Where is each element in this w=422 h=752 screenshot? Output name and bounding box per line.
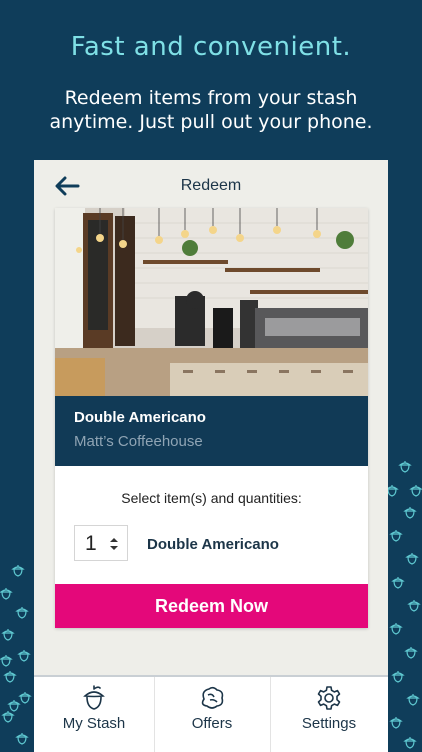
item-name: Double Americano <box>74 409 206 426</box>
top-bar: Redeem <box>34 160 388 208</box>
tab-my-stash[interactable]: My Stash <box>34 677 155 752</box>
quantity-item-label: Double Americano <box>147 536 279 553</box>
tab-label: Settings <box>301 715 357 732</box>
stepper-arrows-icon[interactable] <box>108 535 120 553</box>
promo-subline: Redeem items from your stash anytime. Ju… <box>49 87 373 133</box>
coffee-shop-photo <box>55 208 368 396</box>
quantity-stepper[interactable]: 1 <box>74 525 128 561</box>
redeem-card: Double Americano Matt’s Coffeehouse Sele… <box>55 208 368 628</box>
tab-label: Offers <box>191 715 233 732</box>
acorn-icon <box>83 685 105 710</box>
gear-icon <box>317 686 341 710</box>
tab-offers[interactable]: Offers <box>154 677 271 752</box>
tab-label: My Stash <box>62 715 126 732</box>
offers-icon <box>201 686 224 709</box>
tab-settings[interactable]: Settings <box>270 677 388 752</box>
app-screen: Redeem Double Americano Matt’s Coffeehou… <box>34 160 388 752</box>
item-info-panel: Double Americano Matt’s Coffeehouse <box>55 396 368 466</box>
shop-name: Matt’s Coffeehouse <box>74 433 203 450</box>
page-title: Redeem <box>180 177 242 194</box>
redeem-now-button[interactable]: Redeem Now <box>55 584 368 628</box>
promo-headline: Fast and convenient. <box>70 32 352 62</box>
select-instruction: Select item(s) and quantities: <box>121 490 302 506</box>
bottom-tab-bar: My Stash Offers Settings <box>34 675 388 752</box>
quantity-value: 1 <box>85 532 97 555</box>
